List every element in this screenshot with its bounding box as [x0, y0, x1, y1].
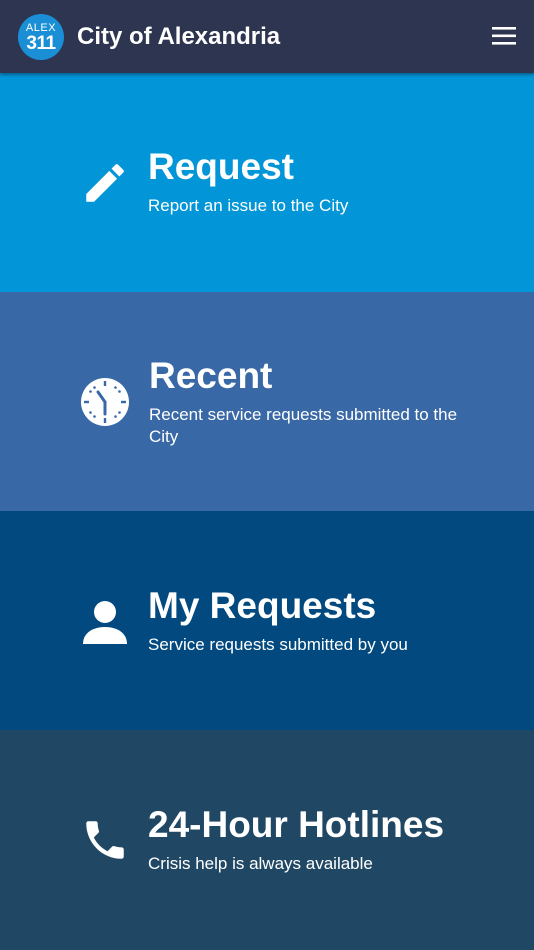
my-requests-tile-text: My Requests Service requests submitted b…	[148, 584, 474, 656]
pencil-icon	[80, 158, 130, 208]
request-tile-description: Report an issue to the City	[148, 196, 349, 215]
request-tile[interactable]: Request Report an issue to the City	[0, 73, 534, 292]
my-requests-tile-title: My Requests	[148, 585, 377, 626]
my-requests-tile[interactable]: My Requests Service requests submitted b…	[0, 511, 534, 730]
hotlines-tile-description: Crisis help is always available	[148, 854, 373, 873]
person-icon	[80, 596, 130, 646]
app-header: ALEX 311 City of Alexandria	[0, 0, 534, 73]
request-tile-text: Request Report an issue to the City	[148, 145, 474, 217]
app-title: City of Alexandria	[77, 22, 281, 50]
hotlines-tile[interactable]: 24-Hour Hotlines Crisis help is always a…	[0, 730, 534, 950]
phone-icon	[80, 815, 130, 865]
hamburger-menu-icon[interactable]	[492, 26, 516, 46]
recent-tile[interactable]: Recent Recent service requests submitted…	[0, 292, 534, 511]
alex311-logo: ALEX 311	[18, 13, 64, 60]
recent-tile-title: Recent	[149, 355, 273, 396]
hotlines-tile-text: 24-Hour Hotlines Crisis help is always a…	[148, 803, 474, 875]
recent-tile-text: Recent Recent service requests submitted…	[149, 354, 474, 448]
logo-bottom-text: 311	[26, 32, 56, 54]
clock-icon	[80, 377, 130, 427]
logo-top-text: ALEX	[25, 21, 57, 34]
hotlines-tile-title: 24-Hour Hotlines	[148, 804, 445, 845]
recent-tile-description: Recent service requests submitted to the…	[149, 405, 458, 446]
my-requests-tile-description: Service requests submitted by you	[148, 635, 408, 654]
request-tile-title: Request	[148, 146, 294, 187]
app-screen: ALEX 311 City of Alexandria Request Repo…	[0, 0, 534, 950]
